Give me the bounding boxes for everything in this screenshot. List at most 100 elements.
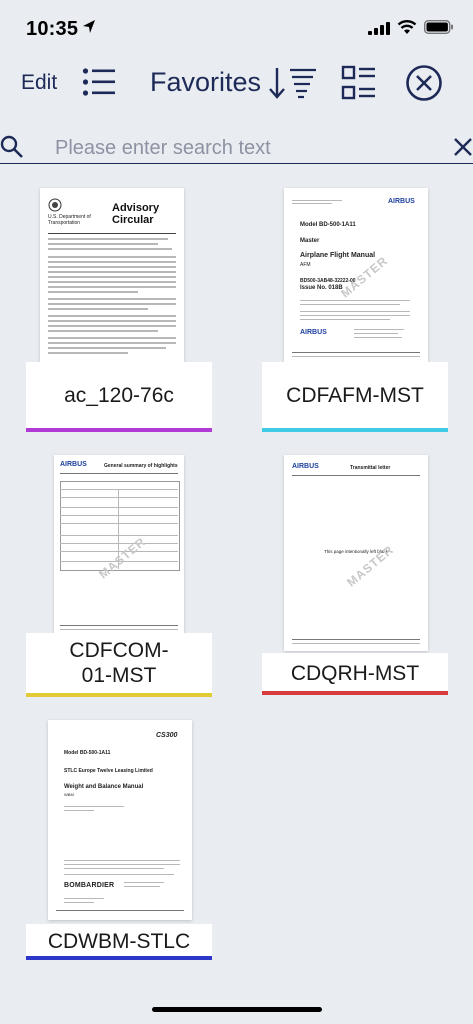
document-color-bar bbox=[262, 428, 448, 432]
doc-code: WBM bbox=[64, 792, 74, 797]
doc-rule bbox=[292, 639, 420, 640]
document-thumbnail: AIRBUS Transmittal letter This page inte… bbox=[284, 455, 428, 651]
close-circle-icon[interactable] bbox=[405, 64, 443, 102]
page-title: Favorites bbox=[150, 67, 262, 97]
airbus-logo: AIRBUS bbox=[300, 329, 327, 336]
doc-text-line bbox=[48, 291, 138, 293]
doc-text-line bbox=[300, 319, 390, 320]
doc-text-line bbox=[292, 356, 420, 357]
sort-icon[interactable] bbox=[268, 66, 320, 100]
doc-text-line bbox=[48, 342, 176, 344]
doc-text-line bbox=[60, 629, 178, 630]
doc-text-line bbox=[64, 868, 164, 869]
status-time: 10:35 bbox=[26, 18, 79, 40]
doc-text-line bbox=[48, 238, 168, 240]
doc-text-line bbox=[48, 248, 172, 250]
doc-master: Master bbox=[300, 238, 320, 244]
document-thumbnail: AIRBUS Model BD-500-1A11 Master Airplane… bbox=[284, 188, 428, 366]
doc-text-line bbox=[48, 266, 176, 268]
document-thumbnail: U.S. Department of Transportation Adviso… bbox=[40, 188, 184, 366]
cs300-badge: CS300 bbox=[156, 732, 178, 739]
home-indicator[interactable] bbox=[152, 1007, 322, 1012]
location-arrow-icon bbox=[83, 20, 95, 33]
status-bar: 10:35 bbox=[0, 0, 473, 54]
doc-heading: Transmittal letter bbox=[350, 465, 391, 471]
doc-text-line bbox=[64, 898, 104, 899]
doc-rule bbox=[48, 233, 176, 234]
search-bar bbox=[0, 131, 473, 163]
doc-text-line bbox=[48, 315, 176, 317]
document-thumbnail: CS300 Model BD-500-1A11 STLC Europe Twel… bbox=[48, 720, 192, 920]
airbus-logo: AIRBUS bbox=[292, 463, 319, 470]
search-underline bbox=[0, 163, 473, 164]
doc-text-line bbox=[48, 271, 176, 273]
table-rule bbox=[60, 497, 178, 498]
table-rule bbox=[60, 515, 178, 516]
doc-text-line bbox=[48, 325, 176, 327]
doc-text-line bbox=[64, 806, 124, 807]
doc-text-line bbox=[354, 329, 404, 330]
doc-rule bbox=[60, 473, 178, 474]
doc-text-line bbox=[48, 308, 148, 310]
document-color-bar bbox=[262, 691, 448, 695]
doc-text-line bbox=[48, 281, 176, 283]
doc-text-line bbox=[48, 347, 166, 349]
doc-text-line bbox=[48, 337, 176, 339]
doc-text-line bbox=[48, 276, 176, 278]
doc-text-line bbox=[300, 315, 410, 316]
doc-text-line bbox=[354, 337, 402, 338]
dot-seal-icon bbox=[48, 198, 62, 212]
document-thumbnail: AIRBUS General summary of highlights MAS… bbox=[54, 455, 184, 637]
doc-heading: Advisory Circular bbox=[112, 202, 160, 226]
master-watermark: MASTER bbox=[338, 253, 391, 301]
bombardier-logo: BOMBARDIER bbox=[64, 882, 115, 889]
doc-operator: STLC Europe Twelve Leasing Limited bbox=[64, 768, 153, 774]
search-input[interactable] bbox=[55, 135, 435, 161]
document-color-bar bbox=[26, 693, 212, 697]
document-title: ac_120-76c bbox=[26, 362, 212, 428]
doc-rule bbox=[56, 910, 184, 911]
doc-text-line bbox=[292, 200, 342, 201]
table-rule bbox=[60, 523, 178, 524]
wifi-icon bbox=[397, 20, 417, 34]
airbus-logo: AIRBUS bbox=[60, 461, 87, 468]
grid-view-icon[interactable] bbox=[341, 65, 377, 101]
document-card[interactable]: AIRBUS Model BD-500-1A11 Master Airplane… bbox=[262, 188, 448, 432]
list-menu-icon[interactable] bbox=[82, 66, 116, 98]
doc-text-line bbox=[64, 902, 94, 903]
clear-search-icon[interactable] bbox=[454, 138, 472, 156]
table-rule bbox=[60, 535, 178, 536]
doc-text-line bbox=[48, 352, 128, 354]
document-card[interactable]: AIRBUS General summary of highlights MAS… bbox=[26, 455, 212, 697]
document-card[interactable]: U.S. Department of Transportation Adviso… bbox=[26, 188, 212, 432]
doc-text-line bbox=[292, 643, 420, 644]
doc-issue: Issue No. 018B bbox=[300, 285, 343, 291]
document-title: CDFAFM-MST bbox=[262, 362, 448, 428]
doc-text-line bbox=[48, 298, 176, 300]
document-color-bar bbox=[26, 956, 212, 960]
doc-text-line bbox=[64, 860, 180, 861]
document-card[interactable]: CS300 Model BD-500-1A11 STLC Europe Twel… bbox=[26, 720, 212, 962]
doc-heading: General summary of highlights bbox=[104, 463, 178, 469]
table-rule bbox=[60, 543, 178, 544]
document-title: CDQRH-MST bbox=[262, 653, 448, 693]
toolbar: Edit Favorites bbox=[0, 54, 473, 112]
doc-model: Model BD-500-1A11 bbox=[300, 222, 356, 228]
doc-text-line bbox=[64, 864, 180, 865]
doc-model: Model BD-500-1A11 bbox=[64, 750, 111, 756]
doc-code: AFM bbox=[300, 262, 311, 268]
edit-button[interactable]: Edit bbox=[21, 71, 57, 95]
doc-text-line bbox=[64, 810, 94, 811]
doc-rule bbox=[292, 475, 420, 476]
doc-text-line bbox=[300, 311, 410, 312]
doc-text-line bbox=[124, 882, 164, 883]
doc-text-line bbox=[300, 304, 400, 305]
table-rule bbox=[60, 507, 178, 508]
document-color-bar bbox=[26, 428, 212, 432]
doc-text-line bbox=[300, 300, 410, 301]
doc-org-text: U.S. Department of Transportation bbox=[48, 214, 91, 226]
battery-icon bbox=[424, 20, 453, 34]
document-card[interactable]: AIRBUS Transmittal letter This page inte… bbox=[262, 455, 448, 697]
cellular-signal-icon bbox=[368, 22, 390, 35]
doc-text-line bbox=[48, 261, 176, 263]
